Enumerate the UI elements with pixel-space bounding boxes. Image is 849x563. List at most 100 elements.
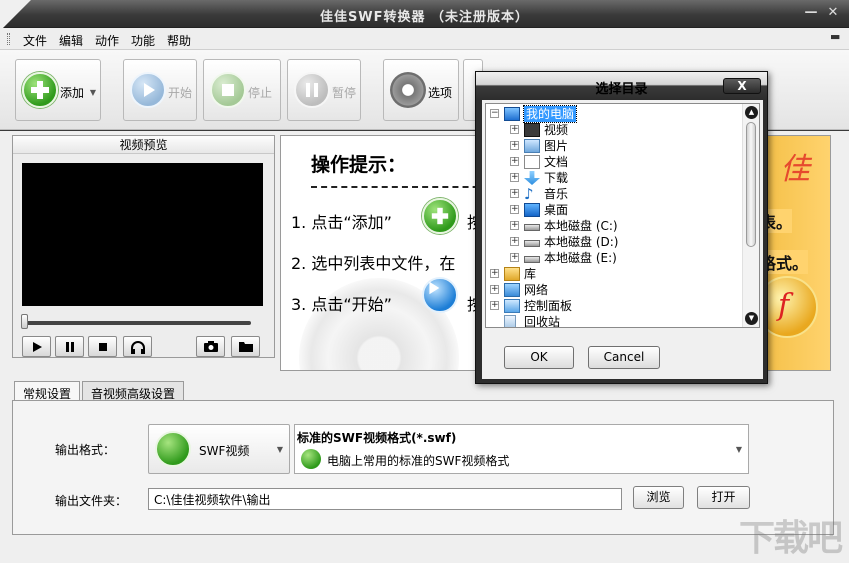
play-icon — [130, 72, 166, 108]
options-button[interactable]: 选项 — [383, 59, 459, 121]
tree-item-label: 本地磁盘 (E:) — [544, 251, 617, 265]
preview-volume-button[interactable] — [123, 336, 152, 357]
scroll-up-icon[interactable]: ▲ — [745, 106, 758, 119]
hint-add-icon — [422, 198, 458, 234]
expand-icon[interactable]: + — [510, 157, 519, 166]
stop-icon — [210, 72, 246, 108]
ok-button[interactable]: OK — [504, 346, 574, 369]
dialog-body: 回收站 + 控制面板 + 网络 + 库 + 本地磁盘 (E:) + 本地磁盘 (D:) + 本地磁盘 (… — [482, 100, 763, 379]
tree-item-label: 网络 — [524, 283, 549, 297]
hint-play-icon — [422, 277, 458, 313]
preview-pause-button[interactable] — [55, 336, 84, 357]
start-label: 开始 — [168, 86, 193, 100]
music-icon: ♪ — [524, 185, 534, 203]
expand-icon[interactable]: + — [510, 221, 519, 230]
scroll-down-icon[interactable]: ▼ — [745, 312, 758, 325]
add-dropdown-icon[interactable]: ▼ — [90, 88, 96, 97]
expand-icon[interactable]: + — [490, 269, 499, 278]
tree-item-label: 桌面 — [544, 203, 569, 217]
output-folder-input[interactable] — [148, 488, 622, 510]
menu-action[interactable]: 动作 — [95, 32, 119, 49]
menu-function[interactable]: 功能 — [131, 32, 155, 49]
menu-edit[interactable]: 编辑 — [59, 32, 83, 49]
format-label: 输出格式： — [55, 443, 116, 457]
drive-icon — [524, 240, 540, 247]
format-value: SWF视频 — [199, 444, 250, 458]
library-icon — [504, 267, 520, 281]
dialog-close-button[interactable]: X — [723, 78, 761, 94]
brand-char: 佳 — [780, 152, 810, 187]
tree-item-label: 本地磁盘 (C:) — [544, 219, 618, 233]
tree-scrollbar[interactable]: ▲ ▼ — [742, 104, 759, 327]
gear-icon — [390, 72, 426, 108]
video-screen — [22, 163, 263, 306]
video-folder-icon — [524, 123, 540, 137]
open-snapshot-folder-button[interactable] — [231, 336, 260, 357]
tree-item-label: 图片 — [544, 139, 569, 153]
format-desc-title: 标准的SWF视频格式(*.swf) — [297, 431, 457, 445]
menu-help[interactable]: 帮助 — [167, 32, 191, 49]
desktop-icon — [524, 203, 540, 217]
window-title: 佳佳SWF转换器 （未注册版本） — [319, 10, 530, 25]
pause-button[interactable]: 暂停 — [287, 59, 361, 121]
downloads-icon — [524, 171, 540, 185]
scroll-thumb[interactable] — [746, 122, 756, 247]
drive-icon — [524, 256, 540, 263]
tree-item-label: 下载 — [544, 171, 569, 185]
mdi-minimize-icon[interactable]: ▬ — [830, 30, 840, 43]
expand-icon[interactable]: + — [510, 189, 519, 198]
expand-icon[interactable]: + — [510, 141, 519, 150]
format-profile-select[interactable]: 标准的SWF视频格式(*.swf) 电脑上常用的标准的SWF视频格式 ▼ — [294, 424, 749, 474]
profile-dropdown-icon[interactable]: ▼ — [736, 445, 742, 454]
seek-slider-knob[interactable] — [21, 314, 28, 329]
options-label: 选项 — [428, 86, 453, 100]
stop-button[interactable]: 停止 — [203, 59, 281, 121]
start-button[interactable]: 开始 — [123, 59, 197, 121]
browse-button[interactable]: 浏览 — [633, 486, 684, 509]
documents-folder-icon — [524, 155, 540, 169]
menu-file[interactable]: 文件 — [23, 32, 47, 49]
tree-item-label: 我的电脑 — [522, 105, 578, 123]
pause-icon — [294, 72, 330, 108]
folder-icon — [238, 342, 253, 352]
folder-tree[interactable]: 回收站 + 控制面板 + 网络 + 库 + 本地磁盘 (E:) + 本地磁盘 (D:) + 本地磁盘 (… — [485, 103, 760, 328]
expand-icon[interactable]: + — [510, 125, 519, 134]
snapshot-button[interactable] — [196, 336, 225, 357]
open-folder-button[interactable]: 打开 — [697, 486, 750, 509]
swf-format-icon — [155, 431, 191, 467]
expand-icon[interactable]: + — [510, 253, 519, 262]
add-button[interactable]: 添加 ▼ — [15, 59, 101, 121]
menu-bar: 文件 编辑 动作 功能 帮助 ▬ — [0, 28, 849, 50]
collapse-icon[interactable]: − — [490, 109, 499, 118]
expand-icon[interactable]: + — [510, 237, 519, 246]
close-window-icon[interactable]: ✕ — [824, 5, 842, 21]
pause-label: 暂停 — [332, 86, 357, 100]
computer-icon — [504, 107, 520, 121]
preview-play-button[interactable] — [22, 336, 51, 357]
tree-item-label: 文档 — [544, 155, 569, 169]
tab-general[interactable]: 常规设置 — [14, 381, 81, 402]
tree-item-label: 本地磁盘 (D:) — [544, 235, 619, 249]
preview-stop-button[interactable] — [88, 336, 117, 357]
expand-icon[interactable]: + — [490, 285, 499, 294]
headphones-icon — [130, 340, 145, 354]
preview-title: 视频预览 — [13, 136, 274, 154]
tree-item-label: 控制面板 — [524, 299, 573, 313]
add-icon — [22, 72, 58, 108]
hint-line-2: 2. 选中列表中文件，在 — [291, 254, 456, 273]
cancel-button[interactable]: Cancel — [588, 346, 660, 369]
minimize-icon[interactable]: — — [802, 5, 820, 21]
format-dropdown-icon[interactable]: ▼ — [277, 445, 283, 454]
dialog-title-bar: 选择目录 X — [476, 72, 767, 100]
format-select[interactable]: SWF视频 ▼ — [148, 424, 290, 474]
tab-av-advanced[interactable]: 音视频高级设置 — [82, 381, 185, 401]
stop-label: 停止 — [248, 86, 273, 100]
expand-icon[interactable]: + — [510, 205, 519, 214]
expand-icon[interactable]: + — [490, 301, 499, 310]
preview-panel: 视频预览 — [12, 135, 275, 358]
drive-c-icon — [524, 224, 540, 231]
expand-icon[interactable]: + — [510, 173, 519, 182]
menu-grip — [7, 33, 10, 45]
seek-slider-track[interactable] — [22, 321, 251, 325]
tree-item-label: 回收站 — [524, 315, 561, 328]
